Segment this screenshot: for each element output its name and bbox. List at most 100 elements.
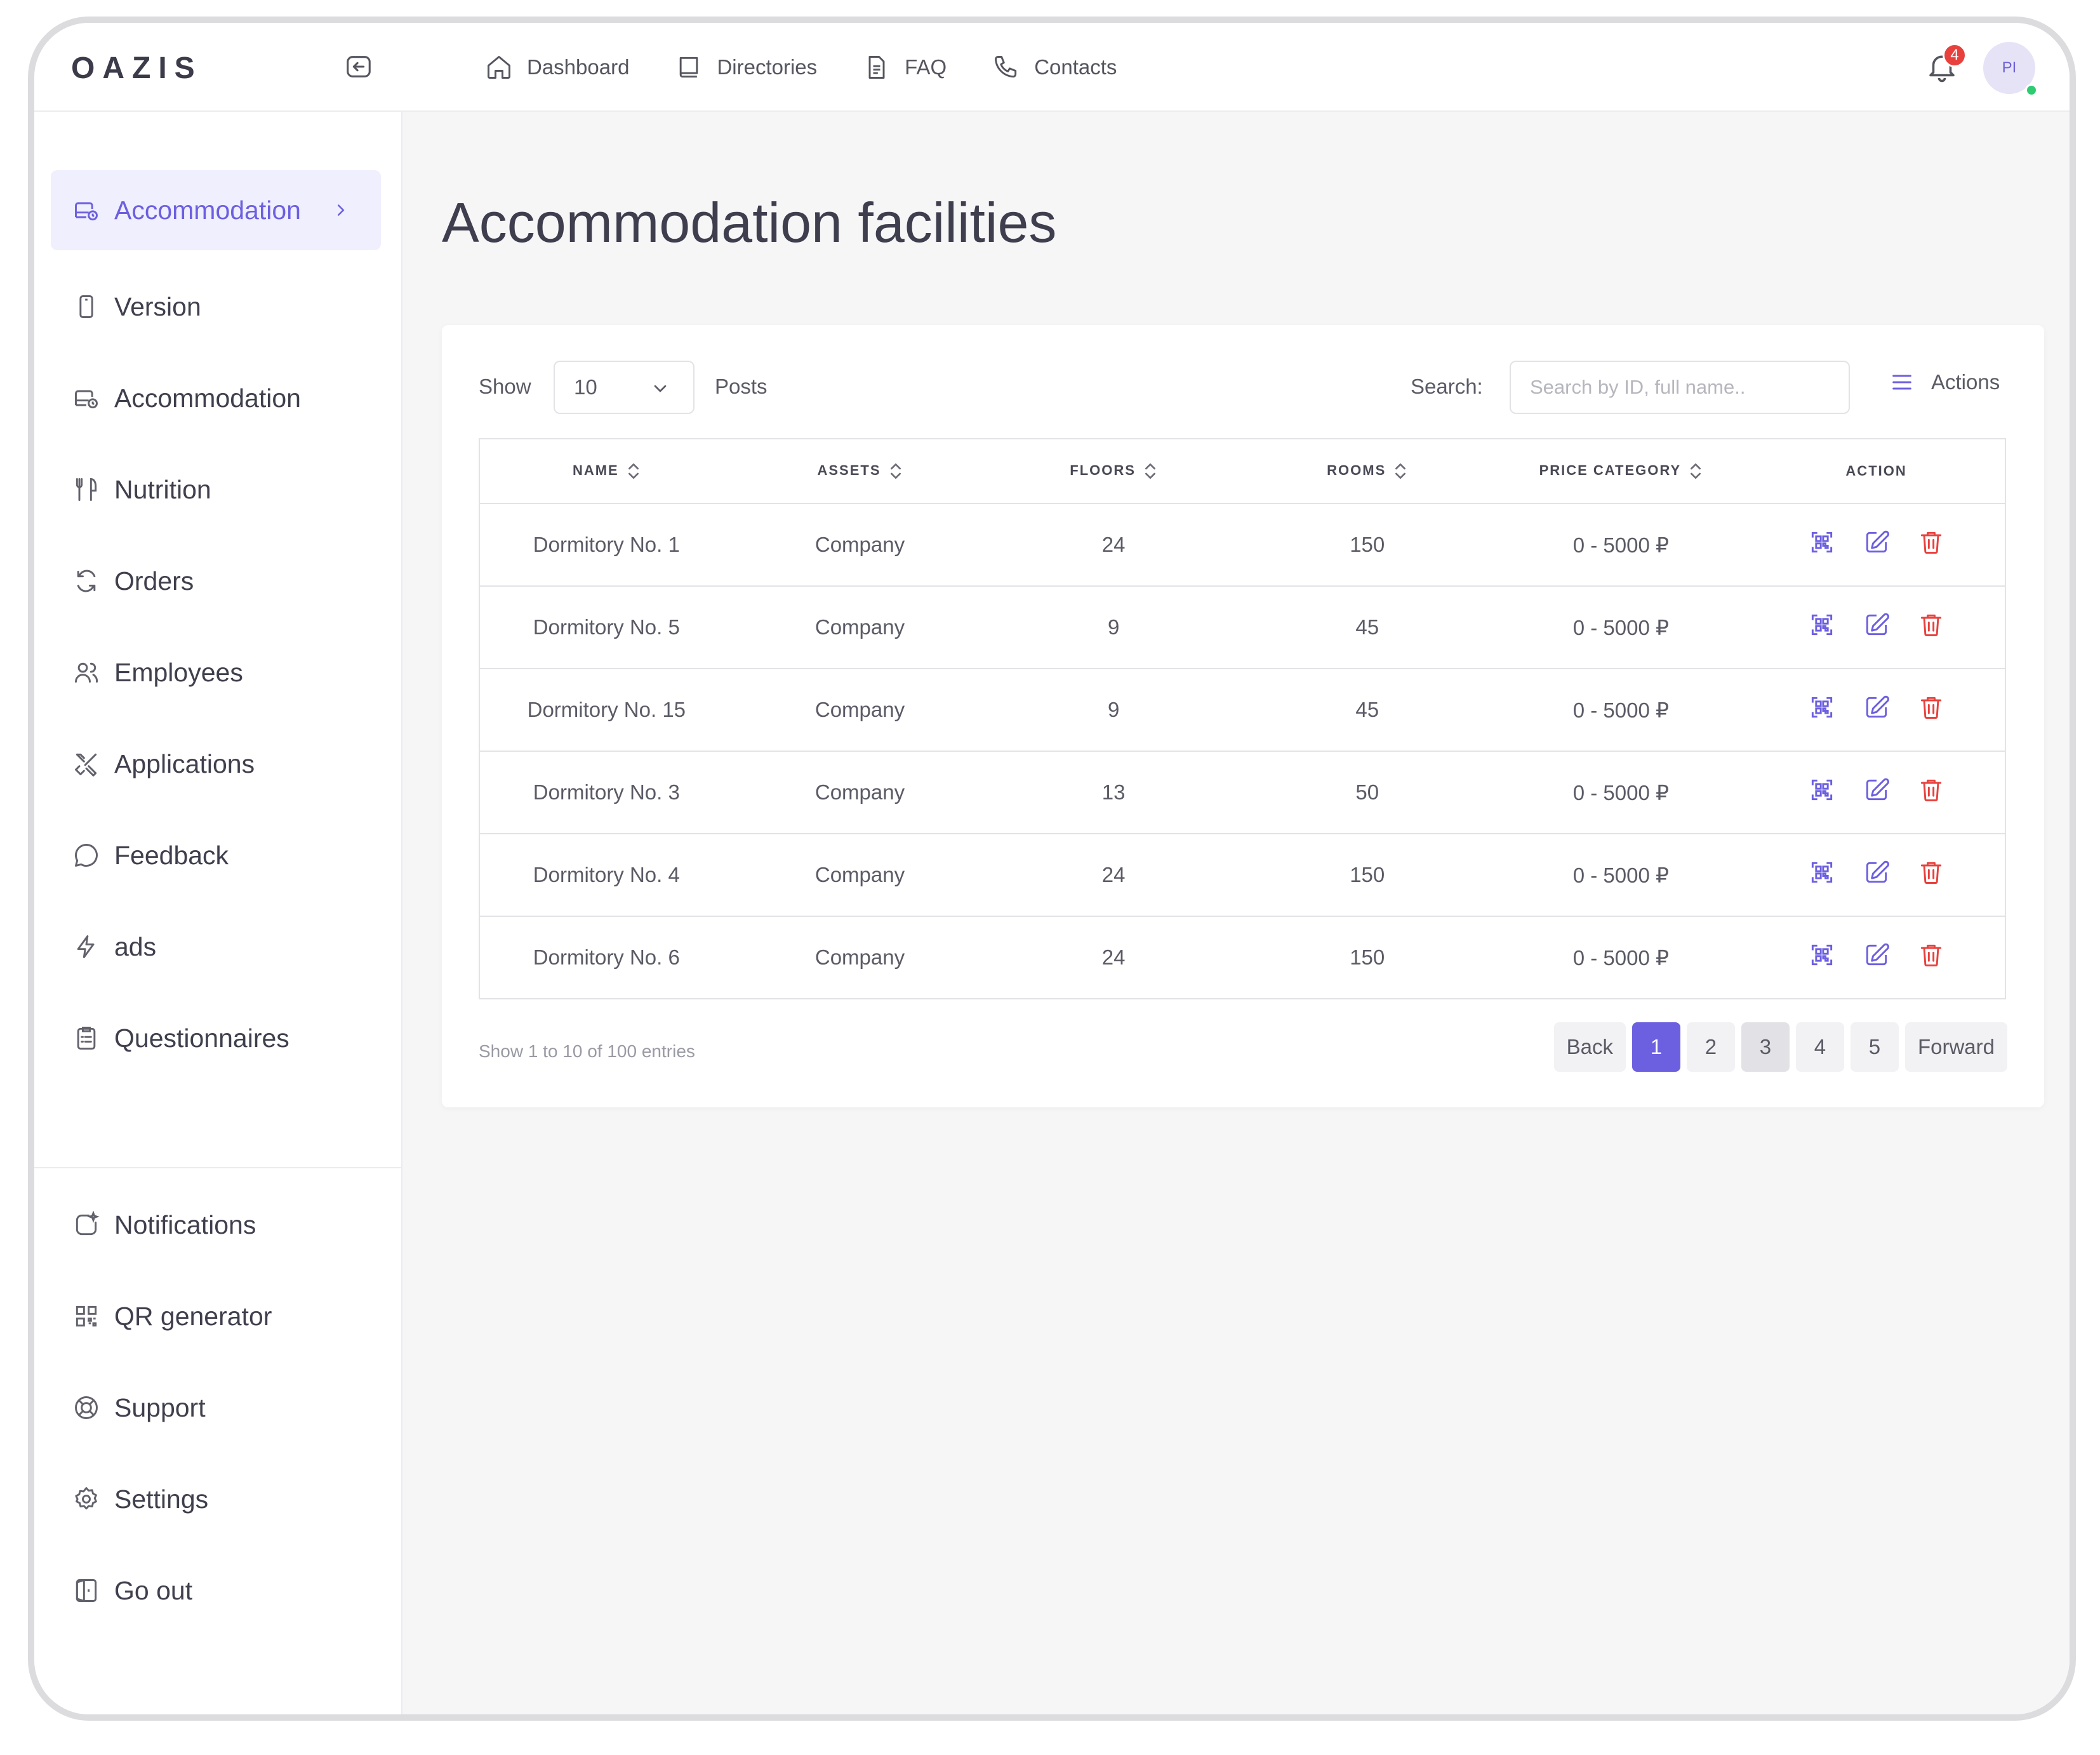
sidebar-item-qr-generator[interactable]: QR generator — [51, 1276, 381, 1356]
nav-directories[interactable]: Directories — [675, 53, 817, 81]
nav-dashboard[interactable]: Dashboard — [485, 53, 629, 81]
trash-icon[interactable] — [1917, 693, 1945, 721]
cell-assets: Company — [733, 834, 987, 917]
sidebar-item-label: Support — [114, 1392, 206, 1422]
row-actions — [1808, 528, 1945, 556]
search-label: Search: — [1411, 375, 1483, 398]
phone-icon — [995, 56, 1017, 78]
sort-icon — [890, 463, 901, 479]
pagination-page-2[interactable]: 2 — [1686, 1022, 1735, 1072]
qr-code-icon[interactable] — [1808, 528, 1836, 556]
qr-code-icon[interactable] — [1808, 611, 1836, 639]
trash-icon[interactable] — [1917, 528, 1945, 556]
sidebar-item-label: Accommodation — [114, 195, 301, 225]
pagination-page-5[interactable]: 5 — [1850, 1022, 1899, 1072]
pagination-page-4[interactable]: 4 — [1795, 1022, 1844, 1072]
table-header-row: NAME ASSETS FLOORS ROOMS PRICE CATEGORY … — [479, 439, 2005, 504]
cell-floors: 24 — [987, 504, 1240, 587]
pagination-page-1[interactable]: 1 — [1631, 1022, 1680, 1072]
sidebar-item-go-out[interactable]: Go out — [51, 1551, 381, 1631]
trash-icon[interactable] — [1917, 611, 1945, 639]
cell-assets: Company — [733, 586, 987, 669]
column-label: PRICE CATEGORY — [1539, 462, 1682, 478]
cell-rooms: 45 — [1240, 586, 1494, 669]
cell-name: Dormitory No. 4 — [479, 834, 733, 917]
edit-icon[interactable] — [1863, 941, 1891, 969]
refresh-icon — [77, 570, 96, 592]
sidebar-item-label: Version — [114, 291, 201, 321]
edit-icon[interactable] — [1863, 611, 1891, 639]
sidebar-item-ads[interactable]: ads — [51, 907, 381, 987]
cell-name: Dormitory No. 5 — [479, 586, 733, 669]
sidebar-item-settings[interactable]: Settings — [51, 1459, 381, 1539]
top-bar: OAZIS Dashboard Directories FAQ Contacts — [34, 23, 2070, 112]
sidebar-item-feedback[interactable]: Feedback — [51, 815, 381, 895]
edit-icon[interactable] — [1863, 693, 1891, 721]
qr-code-icon[interactable] — [1808, 941, 1836, 969]
gear-icon — [75, 1487, 97, 1510]
pagination-forward-button[interactable]: Forward — [1904, 1022, 2007, 1072]
sidebar-item-orders[interactable]: Orders — [51, 541, 381, 621]
chat-icon — [75, 844, 98, 867]
cell-rooms: 45 — [1240, 669, 1494, 752]
sidebar-item-accommodation[interactable]: Accommodation — [51, 358, 381, 438]
table-row: Dormitory No. 5 Company 9 45 0 - 5000 ₽ — [479, 586, 2005, 669]
nav-dashboard-label: Dashboard — [527, 55, 630, 79]
edit-icon[interactable] — [1863, 858, 1891, 886]
tools-icon — [75, 753, 97, 777]
qr-code-icon[interactable] — [1808, 858, 1836, 886]
sidebar-item-label: Applications — [114, 749, 255, 778]
nav-faq[interactable]: FAQ — [863, 53, 947, 81]
trash-icon[interactable] — [1917, 776, 1945, 804]
cell-floors: 24 — [1101, 945, 1126, 969]
page-size-value: 10 — [574, 375, 597, 399]
sidebar-item-applications[interactable]: Applications — [51, 724, 381, 804]
sidebar-item-version[interactable]: Version — [51, 267, 381, 347]
actions-button[interactable]: Actions — [1889, 370, 2000, 395]
trash-icon[interactable] — [1917, 941, 1945, 969]
trash-icon[interactable] — [1917, 858, 1945, 886]
sidebar-item-label: Orders — [114, 566, 194, 596]
cell-price-category: 0 - 5000 ₽ — [1494, 834, 1748, 917]
collapse-sidebar-icon[interactable] — [344, 52, 373, 81]
notification-icon — [76, 1211, 100, 1236]
show-label: Show — [479, 375, 531, 398]
pagination-page-3[interactable]: 3 — [1741, 1022, 1790, 1072]
page-size-select[interactable]: 10 — [554, 361, 694, 414]
column-label: ROOMS — [1327, 462, 1386, 478]
qr-code-icon[interactable] — [1808, 693, 1836, 721]
column-header-price-category[interactable]: PRICE CATEGORY — [1494, 439, 1748, 504]
main-content: Accommodation facilities Show 10 Posts S… — [402, 112, 2070, 1714]
cell-action — [1748, 916, 2005, 999]
pagination-back-button[interactable]: Back — [1553, 1022, 1626, 1072]
column-header-rooms[interactable]: ROOMS — [1240, 439, 1494, 504]
edit-icon[interactable] — [1863, 776, 1891, 804]
column-header-assets[interactable]: ASSETS — [733, 439, 987, 504]
sidebar-item-label: Employees — [114, 657, 243, 687]
facilities-card: Show 10 Posts Search: Actions NAME — [442, 325, 2044, 1107]
sidebar-item-accommodation-active[interactable]: Accommodation — [51, 170, 381, 250]
table-body: Dormitory No. 1 Company 24 150 0 - 5000 ₽ Dor… — [479, 504, 2005, 999]
column-header-name[interactable]: NAME — [479, 439, 733, 504]
qr-code-icon[interactable] — [1808, 776, 1836, 804]
document-icon — [868, 56, 885, 79]
sidebar-item-employees[interactable]: Employees — [51, 632, 381, 712]
sidebar-item-support[interactable]: Support — [51, 1368, 381, 1448]
row-actions — [1808, 776, 1945, 804]
column-header-floors[interactable]: FLOORS — [987, 439, 1240, 504]
cell-price-category: 0 - 5000 ₽ — [1572, 945, 1669, 970]
sidebar-item-nutrition[interactable]: Nutrition — [51, 450, 381, 530]
nav-faq-label: FAQ — [905, 55, 947, 79]
cell-action — [1748, 586, 2005, 669]
nav-contacts[interactable]: Contacts — [992, 53, 1117, 81]
search-input[interactable] — [1510, 361, 1850, 414]
sidebar-item-notifications[interactable]: Notifications — [51, 1185, 381, 1265]
notification-count-badge: 4 — [1943, 43, 1967, 67]
online-status-dot — [2025, 84, 2038, 97]
cell-rooms: 150 — [1240, 834, 1494, 917]
sidebar-item-label: Feedback — [114, 840, 229, 870]
edit-icon[interactable] — [1863, 528, 1891, 556]
sidebar-item-questionnaires[interactable]: Questionnaires — [51, 998, 381, 1078]
sidebar-item-label: Nutrition — [114, 474, 211, 504]
qr-icon — [76, 1305, 97, 1327]
